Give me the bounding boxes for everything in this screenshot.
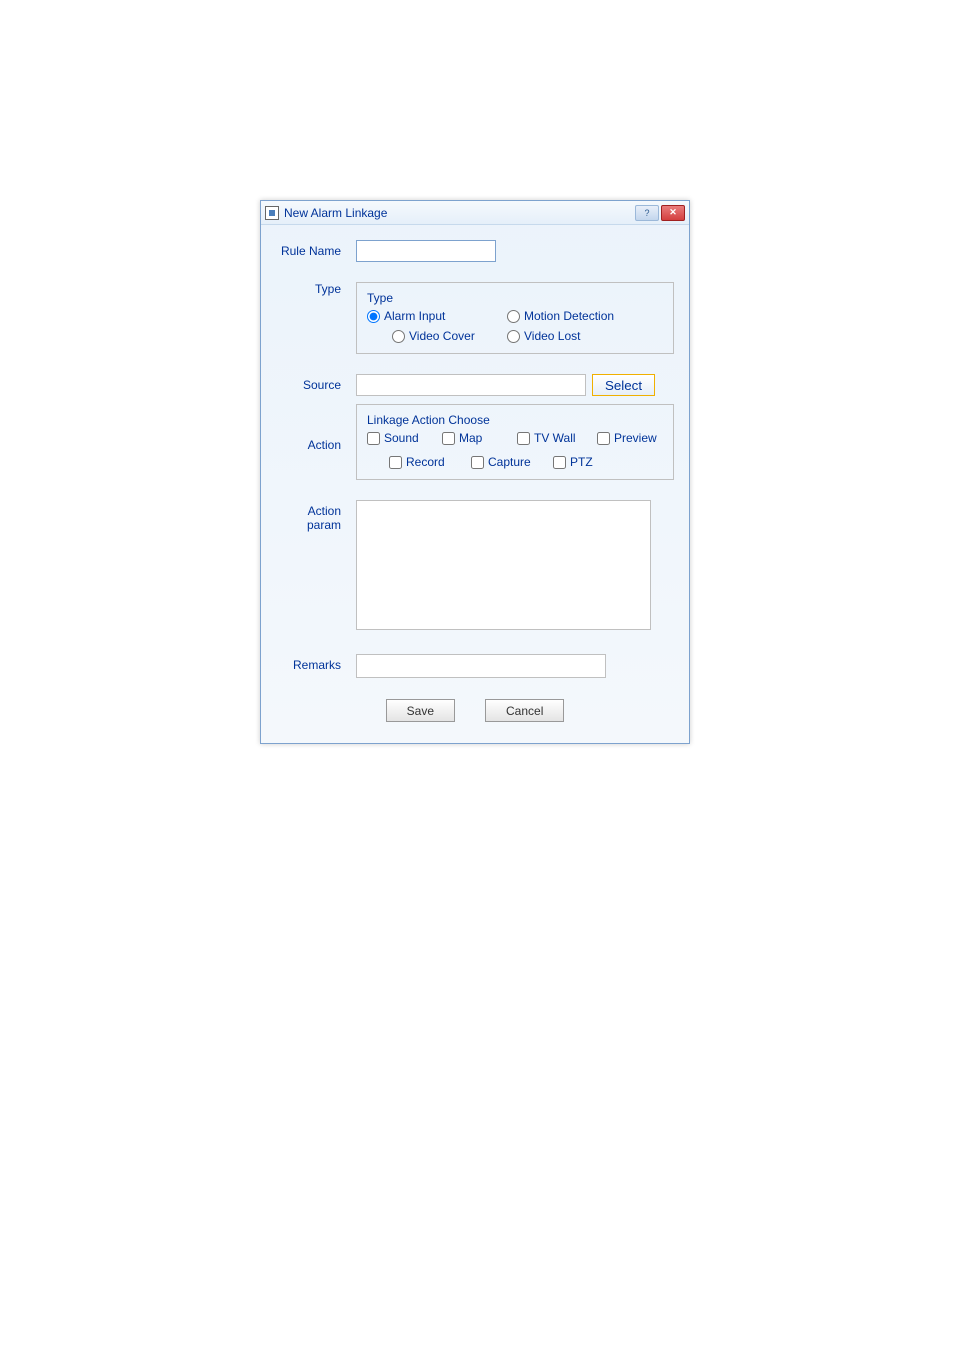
motion-detection-label[interactable]: Motion Detection	[524, 309, 614, 323]
rule-name-input[interactable]	[356, 240, 496, 262]
remarks-input[interactable]	[356, 654, 606, 678]
preview-label[interactable]: Preview	[614, 431, 657, 445]
video-lost-label[interactable]: Video Lost	[524, 329, 581, 343]
cancel-button[interactable]: Cancel	[485, 699, 564, 722]
video-cover-label[interactable]: Video Cover	[409, 329, 475, 343]
titlebar: New Alarm Linkage ? ✕	[261, 201, 689, 225]
tv-wall-checkbox[interactable]	[517, 432, 530, 445]
action-param-box[interactable]	[356, 500, 651, 630]
minimize-button[interactable]: ?	[635, 205, 659, 221]
ptz-label[interactable]: PTZ	[570, 455, 593, 469]
map-label[interactable]: Map	[459, 431, 482, 445]
action-param-label: Action param	[276, 500, 356, 532]
preview-checkbox[interactable]	[597, 432, 610, 445]
source-input[interactable]	[356, 374, 586, 396]
video-cover-radio[interactable]	[392, 330, 405, 343]
remarks-label: Remarks	[276, 654, 356, 672]
select-button[interactable]: Select	[592, 374, 655, 396]
action-row: Action Linkage Action Choose Sound Map	[276, 412, 674, 480]
window-controls: ? ✕	[635, 205, 685, 221]
source-label: Source	[276, 374, 356, 392]
type-fieldset: Type Alarm Input Motion Detection	[356, 282, 674, 354]
sound-label[interactable]: Sound	[384, 431, 419, 445]
alarm-input-radio[interactable]	[367, 310, 380, 323]
capture-checkbox[interactable]	[471, 456, 484, 469]
window-title: New Alarm Linkage	[284, 206, 635, 220]
dialog-content: Rule Name Type Type Alarm Input	[261, 225, 689, 743]
type-row: Type Type Alarm Input Motion Detection	[276, 278, 674, 354]
record-label[interactable]: Record	[406, 455, 445, 469]
capture-label[interactable]: Capture	[488, 455, 531, 469]
source-row: Source Select	[276, 374, 674, 396]
alarm-input-label[interactable]: Alarm Input	[384, 309, 445, 323]
ptz-checkbox[interactable]	[553, 456, 566, 469]
linkage-legend: Linkage Action Choose	[363, 413, 663, 427]
record-checkbox[interactable]	[389, 456, 402, 469]
app-icon	[265, 206, 279, 220]
button-row: Save Cancel	[276, 699, 674, 722]
remarks-row: Remarks	[276, 654, 674, 681]
type-label: Type	[276, 278, 356, 296]
dialog-window: New Alarm Linkage ? ✕ Rule Name Type Typ…	[260, 200, 690, 744]
map-checkbox[interactable]	[442, 432, 455, 445]
linkage-fieldset: Linkage Action Choose Sound Map TV Wa	[356, 404, 674, 480]
sound-checkbox[interactable]	[367, 432, 380, 445]
motion-detection-radio[interactable]	[507, 310, 520, 323]
tv-wall-label[interactable]: TV Wall	[534, 431, 576, 445]
close-button[interactable]: ✕	[661, 205, 685, 221]
action-param-row: Action param	[276, 500, 674, 630]
type-legend: Type	[363, 291, 663, 305]
rule-name-row: Rule Name	[276, 240, 674, 262]
save-button[interactable]: Save	[386, 699, 455, 722]
video-lost-radio[interactable]	[507, 330, 520, 343]
rule-name-label: Rule Name	[276, 240, 356, 258]
action-label: Action	[276, 412, 356, 452]
